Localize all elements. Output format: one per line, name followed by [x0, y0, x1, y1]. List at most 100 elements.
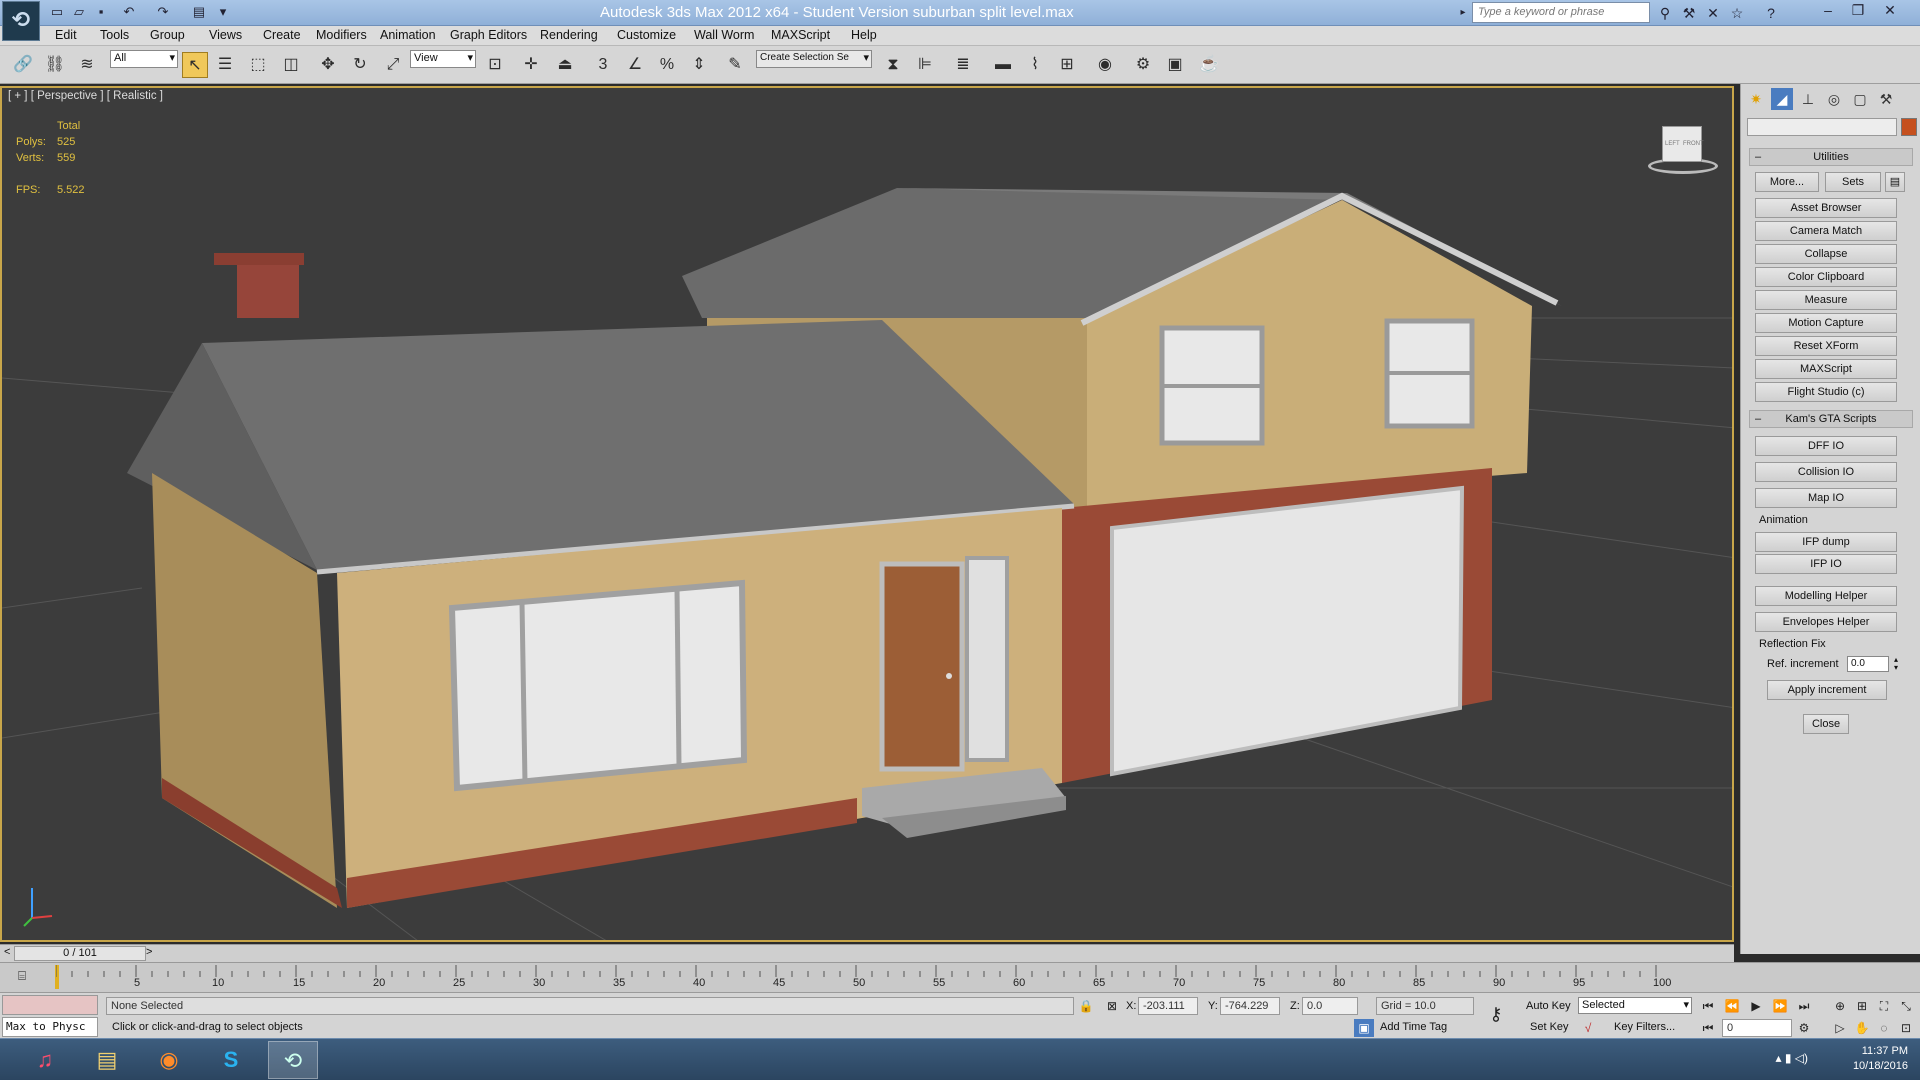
new-file-icon[interactable]: ▭	[48, 3, 66, 21]
more-button[interactable]: More...	[1755, 172, 1819, 192]
undo-icon[interactable]: ↶	[120, 3, 138, 21]
object-color-swatch[interactable]	[1901, 118, 1917, 136]
select-and-move-icon[interactable]: ✥	[315, 52, 341, 78]
mirror-icon[interactable]: ⧗	[880, 52, 906, 78]
menu-create[interactable]: Create	[263, 28, 301, 42]
maxscript-listener-input[interactable]: Max to Physc	[2, 1017, 98, 1037]
viewport-label[interactable]: [ + ] [ Perspective ] [ Realistic ]	[8, 90, 163, 102]
maxscript-listener-top[interactable]	[2, 995, 98, 1015]
asset-browser-button[interactable]: Asset Browser	[1755, 198, 1897, 218]
time-slider[interactable]: < 0 / 101 >	[0, 944, 1734, 962]
ref-increment-spinner[interactable]: 0.0	[1847, 656, 1889, 672]
edit-named-selection-icon[interactable]: ✎	[722, 52, 748, 78]
close-utility-button[interactable]: Close	[1803, 714, 1849, 734]
bind-space-warp-icon[interactable]: ≋	[74, 52, 100, 78]
ifp-io-button[interactable]: IFP IO	[1755, 554, 1897, 574]
object-name-field[interactable]	[1747, 118, 1897, 136]
help-icon[interactable]: ?	[1762, 4, 1780, 22]
ifp-dump-button[interactable]: IFP dump	[1755, 532, 1897, 552]
modelling-helper-button[interactable]: Modelling Helper	[1755, 586, 1897, 606]
menu-modifiers[interactable]: Modifiers	[316, 28, 367, 42]
apply-increment-button[interactable]: Apply increment	[1767, 680, 1887, 700]
configure-sets-icon[interactable]: ▤	[1885, 172, 1905, 192]
zoom-icon[interactable]: ⊕	[1830, 997, 1850, 1015]
sets-button[interactable]: Sets	[1825, 172, 1881, 192]
track-bar[interactable]: ⌸ 5 10 15 20 25 30 35 40 45 50 55 60 65 …	[0, 962, 1920, 992]
next-frame-icon[interactable]: ⏩	[1770, 997, 1790, 1015]
select-manipulate-icon[interactable]: ✛	[518, 52, 544, 78]
align-icon[interactable]: ⊫	[912, 52, 938, 78]
auto-key-button[interactable]: Auto Key	[1526, 1000, 1571, 1012]
zoom-extents-all-icon[interactable]: ⤡	[1896, 997, 1916, 1015]
curve-editor-icon[interactable]: ⌇	[1022, 52, 1048, 78]
viewcube[interactable]: LEFT FRONT	[1642, 122, 1718, 174]
x-coordinate-field[interactable]: -203.111	[1138, 997, 1198, 1015]
app-menu-button[interactable]: ⟲	[2, 1, 40, 41]
map-io-button[interactable]: Map IO	[1755, 488, 1897, 508]
unlink-icon[interactable]: ⛓	[42, 52, 68, 78]
layer-manager-icon[interactable]: ≣	[950, 52, 976, 78]
zoom-extents-icon[interactable]: ⛶	[1874, 997, 1894, 1015]
gta-scripts-rollout-header[interactable]: – Kam's GTA Scripts	[1749, 410, 1913, 428]
camera-match-button[interactable]: Camera Match	[1755, 221, 1897, 241]
hierarchy-tab-icon[interactable]: ⊥	[1797, 88, 1819, 110]
orbit-icon[interactable]: ◌	[1874, 1019, 1894, 1037]
named-selection-dropdown[interactable]: Create Selection Se	[756, 50, 872, 68]
search-input[interactable]: Type a keyword or phrase	[1472, 2, 1650, 23]
snaps-toggle-icon[interactable]: 3	[590, 52, 616, 78]
color-clipboard-button[interactable]: Color Clipboard	[1755, 267, 1897, 287]
time-next-button[interactable]: >	[146, 946, 152, 958]
go-to-end-icon[interactable]: ⏭	[1794, 997, 1814, 1015]
collapse-button[interactable]: Collapse	[1755, 244, 1897, 264]
render-setup-icon[interactable]: ⚙	[1130, 52, 1156, 78]
menu-graph-editors[interactable]: Graph Editors	[450, 28, 527, 42]
menu-group[interactable]: Group	[150, 28, 185, 42]
select-and-link-icon[interactable]: 🔗	[10, 52, 36, 78]
save-file-icon[interactable]: ▪	[92, 3, 110, 21]
selection-filter-dropdown[interactable]: All	[110, 50, 178, 68]
project-folder-icon[interactable]: ▤	[190, 3, 208, 21]
reference-coord-dropdown[interactable]: View	[410, 50, 476, 68]
set-key-icon[interactable]: ⚷	[1486, 1005, 1506, 1023]
absolute-mode-icon[interactable]: ⊠	[1102, 997, 1122, 1015]
skype-icon[interactable]: S	[206, 1041, 256, 1079]
menu-animation[interactable]: Animation	[380, 28, 436, 42]
modify-tab-icon[interactable]: ◢	[1771, 88, 1793, 110]
time-tag-icon[interactable]: ▣	[1354, 1019, 1374, 1037]
favorites-star-icon[interactable]: ☆	[1728, 4, 1746, 22]
rectangular-selection-icon[interactable]: ⬚	[245, 52, 271, 78]
menu-tools[interactable]: Tools	[100, 28, 129, 42]
qa-dropdown-icon[interactable]: ▾	[214, 3, 232, 21]
maximize-viewport-icon[interactable]: ⊡	[1896, 1019, 1916, 1037]
select-by-name-icon[interactable]: ☰	[212, 52, 238, 78]
percent-snap-icon[interactable]: %	[654, 52, 680, 78]
menu-views[interactable]: Views	[209, 28, 242, 42]
menu-edit[interactable]: Edit	[55, 28, 77, 42]
create-tab-icon[interactable]: ✷	[1745, 88, 1767, 110]
measure-button[interactable]: Measure	[1755, 290, 1897, 310]
menu-help[interactable]: Help	[851, 28, 877, 42]
time-prev-button[interactable]: <	[4, 946, 10, 958]
viewcube-box[interactable]: LEFT FRONT	[1662, 126, 1704, 162]
select-and-scale-icon[interactable]: ⤢	[380, 52, 406, 78]
y-coordinate-field[interactable]: -764.229	[1220, 997, 1280, 1015]
utilities-rollout-header[interactable]: – Utilities	[1749, 148, 1913, 166]
spinner-arrows-icon[interactable]: ▴ ▾	[1891, 656, 1901, 672]
graphite-ribbon-icon[interactable]: ▬	[990, 52, 1016, 78]
explorer-icon[interactable]: ▤	[82, 1041, 132, 1079]
3dsmax-icon[interactable]: ⟲	[268, 1041, 318, 1079]
schematic-view-icon[interactable]: ⊞	[1054, 52, 1080, 78]
key-filters-button[interactable]: Key Filters...	[1614, 1021, 1675, 1033]
open-file-icon[interactable]: ▱	[70, 3, 88, 21]
redo-icon[interactable]: ↷	[154, 3, 172, 21]
selection-lock-icon[interactable]: 🔒	[1076, 997, 1096, 1015]
minimize-button[interactable]: –	[1814, 0, 1842, 22]
material-editor-icon[interactable]: ◉	[1092, 52, 1118, 78]
motion-tab-icon[interactable]: ◎	[1823, 88, 1845, 110]
utilities-tab-icon[interactable]: ⚒	[1875, 88, 1897, 110]
window-crossing-icon[interactable]: ◫	[278, 52, 304, 78]
keyboard-shortcut-toggle-icon[interactable]: ⏏	[552, 52, 578, 78]
tray-icons[interactable]: ▴ ▮ ◁)	[1775, 1051, 1808, 1065]
itunes-icon[interactable]: ♫	[20, 1041, 70, 1079]
key-mode-toggle-icon[interactable]: ⏮	[1698, 1019, 1718, 1037]
